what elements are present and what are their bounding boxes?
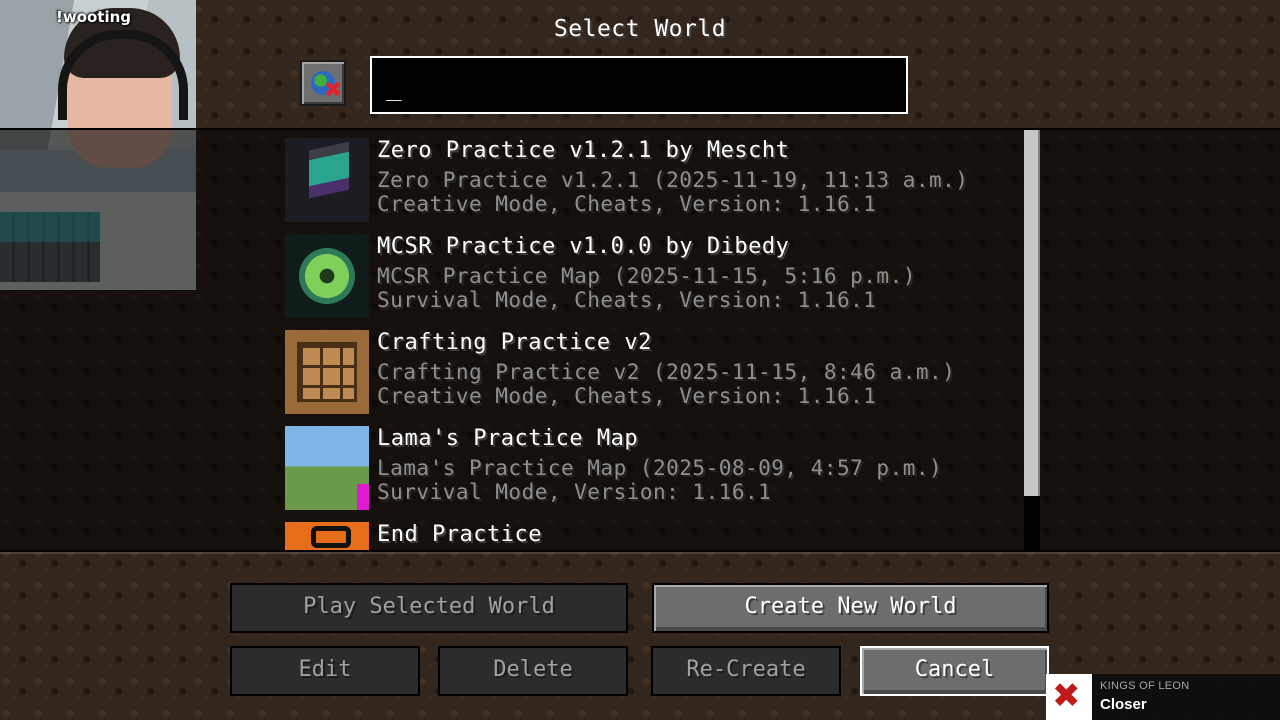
world-mode: Creative Mode, Cheats, Version: 1.16.1 xyxy=(377,192,877,216)
screen-title: Select World xyxy=(553,16,727,42)
world-list[interactable]: Zero Practice v1.2.1 by Mescht Zero Prac… xyxy=(0,128,1280,552)
world-name: Lama's Practice Map xyxy=(377,426,639,451)
now-playing-widget: ✖ KINGS OF LEON Closer xyxy=(1046,674,1280,720)
landscape-thumbnail-icon xyxy=(285,426,369,510)
play-selected-world-button[interactable]: Play Selected World xyxy=(230,583,628,633)
world-list-item[interactable]: End Practice xyxy=(285,514,1025,550)
world-name: MCSR Practice v1.0.0 by Dibedy xyxy=(377,234,790,259)
zero-practice-thumbnail-icon xyxy=(285,138,369,222)
world-mode: Survival Mode, Version: 1.16.1 xyxy=(377,480,772,504)
world-description: Lama's Practice Map (2025-08-09, 4:57 p.… xyxy=(377,456,943,480)
search-input[interactable]: _ xyxy=(370,56,908,114)
edit-button[interactable]: Edit xyxy=(230,646,420,696)
crafting-table-thumbnail-icon xyxy=(285,330,369,414)
world-mode: Creative Mode, Cheats, Version: 1.16.1 xyxy=(377,384,877,408)
delete-button[interactable]: Delete xyxy=(438,646,628,696)
cancel-button[interactable]: Cancel xyxy=(860,646,1049,696)
now-playing-track: Closer xyxy=(1100,696,1147,713)
world-name: Crafting Practice v2 xyxy=(377,330,652,355)
world-list-item[interactable]: MCSR Practice v1.0.0 by Dibedy MCSR Prac… xyxy=(285,226,1025,322)
red-x-icon: ✖ xyxy=(324,78,343,103)
ender-eye-thumbnail-icon xyxy=(285,234,369,318)
world-search-clear-button[interactable]: ✖ xyxy=(300,60,346,106)
world-description: Crafting Practice v2 (2025-11-15, 8:46 a… xyxy=(377,360,956,384)
scrollbar-thumb[interactable] xyxy=(1024,130,1040,496)
create-new-world-button[interactable]: Create New World xyxy=(652,583,1049,633)
album-art-icon: ✖ xyxy=(1046,674,1092,720)
world-description: Zero Practice v1.2.1 (2025-11-19, 11:13 … xyxy=(377,168,969,192)
end-practice-thumbnail-icon xyxy=(285,522,369,550)
now-playing-artist: KINGS OF LEON xyxy=(1100,680,1190,692)
world-list-scrollbar[interactable] xyxy=(1024,130,1040,550)
re-create-button[interactable]: Re-Create xyxy=(651,646,841,696)
world-mode: Survival Mode, Cheats, Version: 1.16.1 xyxy=(377,288,877,312)
world-list-item[interactable]: Crafting Practice v2 Crafting Practice v… xyxy=(285,322,1025,418)
world-list-item[interactable]: Lama's Practice Map Lama's Practice Map … xyxy=(285,418,1025,514)
world-description: MCSR Practice Map (2025-11-15, 5:16 p.m.… xyxy=(377,264,916,288)
world-name: Zero Practice v1.2.1 by Mescht xyxy=(377,138,790,163)
world-list-item[interactable]: Zero Practice v1.2.1 by Mescht Zero Prac… xyxy=(285,130,1025,226)
world-name: End Practice xyxy=(377,522,542,547)
